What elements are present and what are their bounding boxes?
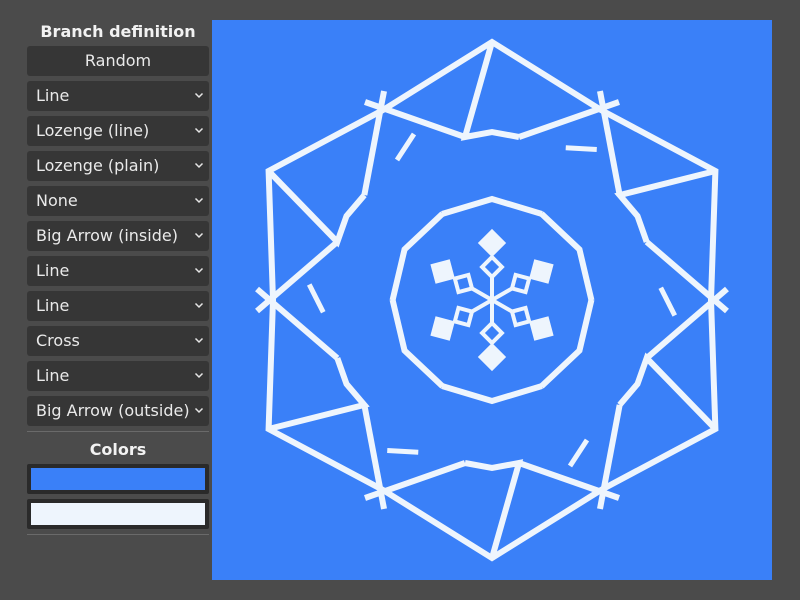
- chevron-down-icon: [194, 162, 204, 169]
- branch-segment-8-value: Cross: [36, 331, 80, 350]
- chevron-down-icon: [194, 302, 204, 309]
- divider: [27, 534, 209, 535]
- branch-segment-6-value: Line: [36, 261, 70, 280]
- chevron-down-icon: [194, 267, 204, 274]
- random-button[interactable]: Random: [27, 46, 209, 76]
- branch-segment-10-value: Big Arrow (outside): [36, 401, 190, 420]
- branch-segment-5-value: Big Arrow (inside): [36, 226, 178, 245]
- chevron-down-icon: [194, 127, 204, 134]
- branch-segment-9-value: Line: [36, 366, 70, 385]
- chevron-down-icon: [194, 232, 204, 239]
- branch-segment-4-value: None: [36, 191, 78, 210]
- branch-segment-3-value: Lozenge (plain): [36, 156, 160, 175]
- branch-segment-1-select[interactable]: Line: [27, 81, 209, 111]
- snowflake-canvas: [212, 20, 772, 580]
- chevron-down-icon: [194, 337, 204, 344]
- branch-definition-title: Branch definition: [40, 22, 196, 41]
- background-color-fill: [31, 468, 205, 490]
- colors-title: Colors: [89, 440, 147, 459]
- branch-segment-2-value: Lozenge (line): [36, 121, 150, 140]
- branch-segment-1-value: Line: [36, 86, 70, 105]
- branch-segment-3-select[interactable]: Lozenge (plain): [27, 151, 209, 181]
- branch-segment-9-select[interactable]: Line: [27, 361, 209, 391]
- branch-segment-2-select[interactable]: Lozenge (line): [27, 116, 209, 146]
- foreground-color-swatch[interactable]: [27, 499, 209, 529]
- branch-segment-7-select[interactable]: Line: [27, 291, 209, 321]
- sidebar: Branch definition Random Line Lozenge (l…: [27, 20, 209, 535]
- background-color-swatch[interactable]: [27, 464, 209, 494]
- branch-segment-8-select[interactable]: Cross: [27, 326, 209, 356]
- branch-segment-6-select[interactable]: Line: [27, 256, 209, 286]
- branch-segment-5-select[interactable]: Big Arrow (inside): [27, 221, 209, 251]
- divider: [27, 431, 209, 432]
- chevron-down-icon: [194, 197, 204, 204]
- branch-segment-10-select[interactable]: Big Arrow (outside): [27, 396, 209, 426]
- chevron-down-icon: [194, 372, 204, 379]
- chevron-down-icon: [194, 407, 204, 414]
- branch-segment-7-value: Line: [36, 296, 70, 315]
- chevron-down-icon: [194, 92, 204, 99]
- foreground-color-fill: [31, 503, 205, 525]
- snowflake-editor: Branch definition Random Line Lozenge (l…: [0, 0, 800, 600]
- branch-segment-4-select[interactable]: None: [27, 186, 209, 216]
